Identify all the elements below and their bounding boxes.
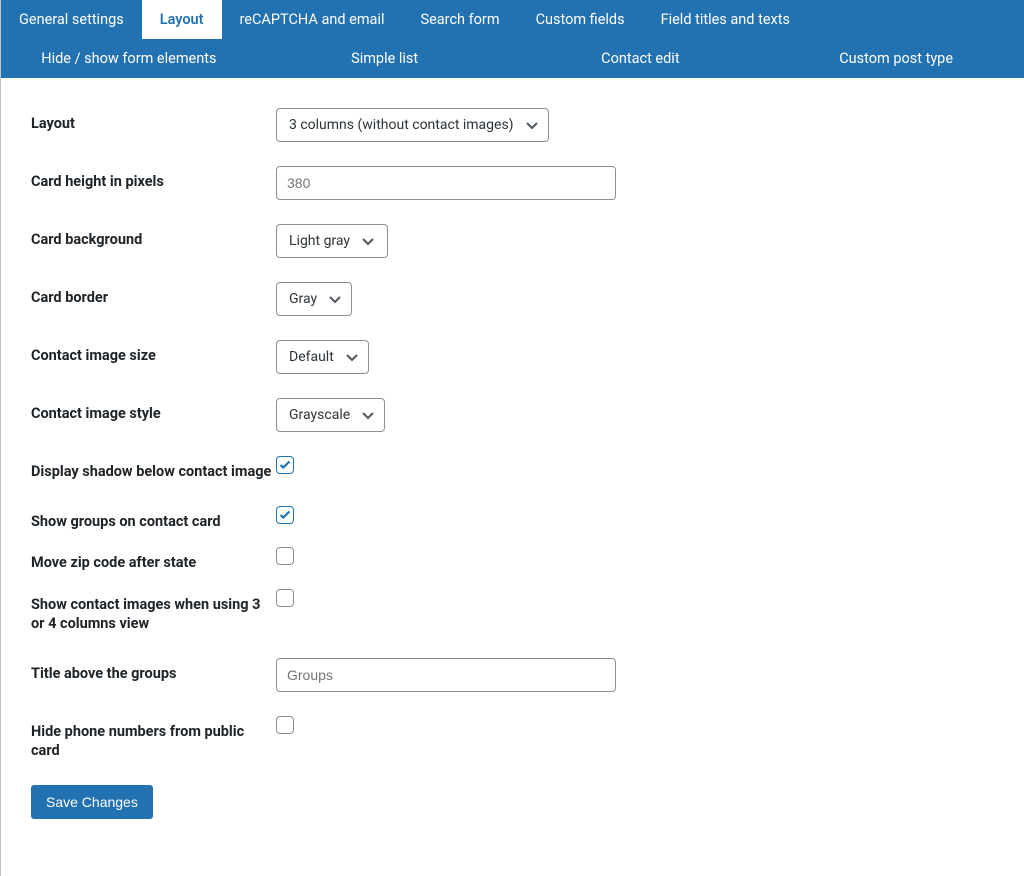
tab-row-2: Hide / show form elements Simple list Co… <box>1 39 1024 78</box>
layout-settings-form: Layout 3 columns (without contact images… <box>1 78 1024 839</box>
save-changes-button[interactable]: Save Changes <box>31 785 153 819</box>
card-bg-label: Card background <box>31 224 276 250</box>
img-style-select[interactable]: Grayscale <box>276 398 385 432</box>
tab-contact-edit[interactable]: Contact edit <box>513 39 769 78</box>
chevron-down-icon <box>360 407 376 423</box>
images-34-label: Show contact images when using 3 or 4 co… <box>31 589 276 634</box>
card-border-select-value: Gray <box>289 291 317 307</box>
tab-row-1: General settings Layout reCAPTCHA and em… <box>1 0 1024 39</box>
layout-label: Layout <box>31 108 276 134</box>
show-groups-label: Show groups on contact card <box>31 506 276 532</box>
tab-custom-fields[interactable]: Custom fields <box>518 0 643 39</box>
img-style-label: Contact image style <box>31 398 276 424</box>
tab-layout[interactable]: Layout <box>142 0 222 39</box>
tab-general-settings[interactable]: General settings <box>1 0 142 39</box>
chevron-down-icon <box>360 233 376 249</box>
card-border-label: Card border <box>31 282 276 308</box>
groups-title-input[interactable] <box>276 658 616 692</box>
chevron-down-icon <box>344 349 360 365</box>
img-size-select-value: Default <box>289 349 334 365</box>
show-groups-checkbox[interactable] <box>276 506 294 524</box>
layout-select[interactable]: 3 columns (without contact images) <box>276 108 549 142</box>
groups-title-label: Title above the groups <box>31 658 276 684</box>
card-bg-select-value: Light gray <box>289 233 350 249</box>
zip-after-checkbox[interactable] <box>276 547 294 565</box>
shadow-checkbox[interactable] <box>276 456 294 474</box>
images-34-checkbox[interactable] <box>276 589 294 607</box>
chevron-down-icon <box>524 117 540 133</box>
zip-after-label: Move zip code after state <box>31 547 276 573</box>
tab-field-titles-texts[interactable]: Field titles and texts <box>643 0 808 39</box>
img-size-select[interactable]: Default <box>276 340 369 374</box>
chevron-down-icon <box>327 291 343 307</box>
card-border-select[interactable]: Gray <box>276 282 352 316</box>
img-size-label: Contact image size <box>31 340 276 366</box>
settings-tabs: General settings Layout reCAPTCHA and em… <box>1 0 1024 78</box>
tab-search-form[interactable]: Search form <box>402 0 517 39</box>
shadow-label: Display shadow below contact image <box>31 456 276 482</box>
img-style-select-value: Grayscale <box>289 407 350 423</box>
tab-custom-post-type[interactable]: Custom post type <box>768 39 1024 78</box>
card-bg-select[interactable]: Light gray <box>276 224 388 258</box>
card-height-label: Card height in pixels <box>31 166 276 192</box>
tab-hide-show-elements[interactable]: Hide / show form elements <box>1 39 257 78</box>
card-height-input[interactable] <box>276 166 616 200</box>
layout-select-value: 3 columns (without contact images) <box>289 117 514 133</box>
hide-phone-checkbox[interactable] <box>276 716 294 734</box>
hide-phone-label: Hide phone numbers from public card <box>31 716 276 761</box>
check-icon <box>278 458 292 472</box>
tab-simple-list[interactable]: Simple list <box>257 39 513 78</box>
tab-recaptcha-email[interactable]: reCAPTCHA and email <box>222 0 403 39</box>
check-icon <box>278 508 292 522</box>
